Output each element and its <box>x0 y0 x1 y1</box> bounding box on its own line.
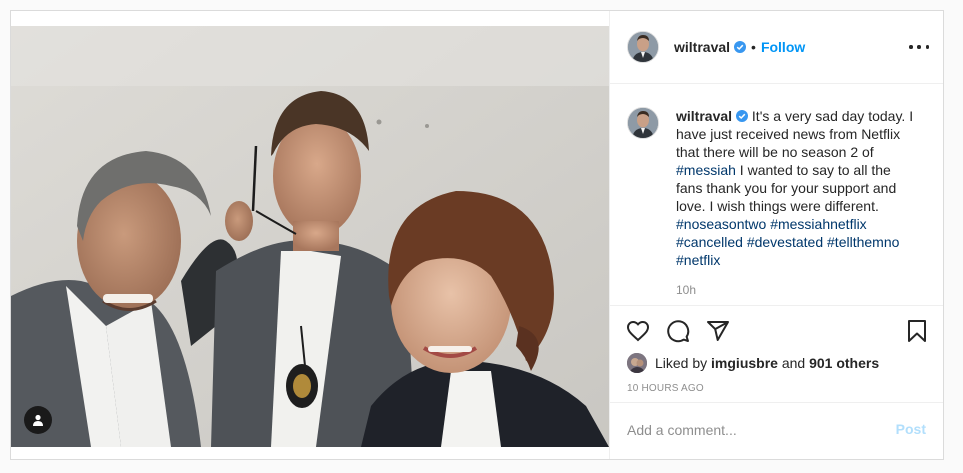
hashtag-link[interactable]: #devestated <box>747 234 823 250</box>
post-photo-image <box>11 26 609 447</box>
bookmark-icon[interactable] <box>905 319 929 343</box>
author-username[interactable]: wiltraval <box>674 39 730 55</box>
separator-dot: • <box>751 39 756 55</box>
post-comment-button[interactable]: Post <box>896 421 926 437</box>
post-sidebar: wiltraval • Follow wiltraval It's a very… <box>609 11 943 459</box>
comment-input[interactable] <box>627 419 877 441</box>
tagged-users-button[interactable] <box>24 406 52 434</box>
more-options-icon[interactable] <box>909 39 929 55</box>
caption-author-avatar[interactable] <box>627 107 659 139</box>
post-photo[interactable] <box>11 26 609 447</box>
comment-icon[interactable] <box>666 319 690 343</box>
likes-middle: and <box>781 355 806 371</box>
liker-username[interactable]: imgiusbre <box>711 355 778 371</box>
author-avatar[interactable] <box>627 31 659 63</box>
avatar-image <box>627 353 647 373</box>
follow-button[interactable]: Follow <box>761 39 805 55</box>
hashtag-link[interactable]: #messiahnetflix <box>770 216 867 232</box>
hashtag-link[interactable]: #tellthemno <box>827 234 899 250</box>
likes-prefix: Liked by <box>655 355 708 371</box>
hashtag-link[interactable]: #noseasontwo <box>676 216 766 232</box>
caption-section: wiltraval It's a very sad day today. I h… <box>610 83 943 306</box>
post-caption: wiltraval It's a very sad day today. I h… <box>676 107 916 269</box>
comment-box: Post <box>610 402 943 459</box>
post-header: wiltraval • Follow <box>610 11 943 84</box>
verified-badge-icon <box>734 41 747 53</box>
post-timestamp[interactable]: 10 HOURS AGO <box>627 383 704 394</box>
share-icon[interactable] <box>706 319 730 343</box>
caption-age: 10h <box>676 283 697 297</box>
avatar-image <box>628 108 658 138</box>
liker-avatar[interactable] <box>627 353 647 373</box>
hashtag-link[interactable]: #netflix <box>676 252 720 268</box>
likes-count-link[interactable]: 901 others <box>809 355 879 371</box>
caption-username[interactable]: wiltraval <box>676 108 732 124</box>
user-icon <box>33 414 43 426</box>
heart-icon[interactable] <box>626 319 650 343</box>
action-bar <box>610 311 943 351</box>
hashtag-link[interactable]: #cancelled <box>676 234 743 250</box>
avatar-image <box>628 32 658 62</box>
verified-badge-icon <box>736 110 749 122</box>
instagram-post: wiltraval • Follow wiltraval It's a very… <box>10 10 944 460</box>
hashtag-link[interactable]: #messiah <box>676 162 736 178</box>
likes-summary: Liked by imgiusbre and 901 others <box>627 353 879 373</box>
